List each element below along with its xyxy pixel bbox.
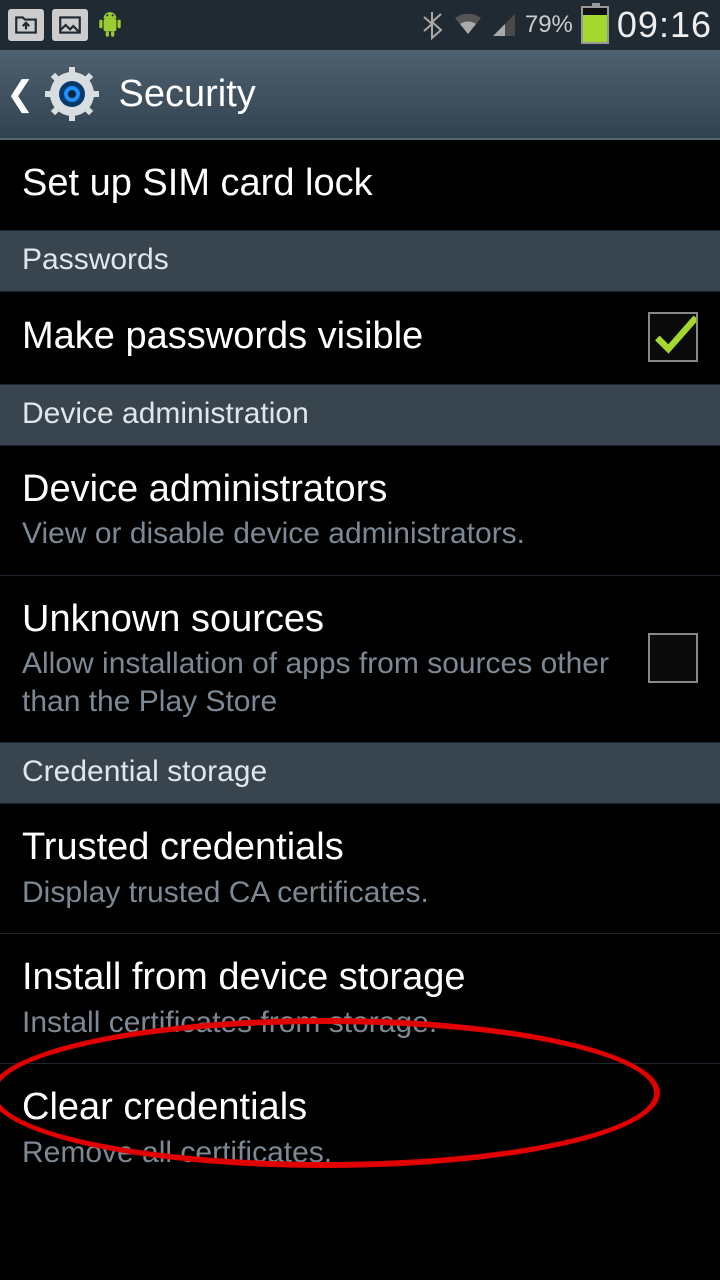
item-passwords-visible[interactable]: Make passwords visible [0,292,720,385]
item-subtitle: View or disable device administrators. [22,515,698,553]
item-subtitle: Display trusted CA certificates. [22,874,698,912]
settings-list: Set up SIM card lock Passwords Make pass… [0,140,720,1193]
item-install-from-storage[interactable]: Install from device storage Install cert… [0,934,720,1064]
section-passwords: Passwords [0,231,720,292]
item-subtitle: Install certificates from storage. [22,1004,698,1042]
item-title: Set up SIM card lock [22,160,698,208]
battery-percent: 79% [525,11,573,39]
item-device-administrators[interactable]: Device administrators View or disable de… [0,446,720,576]
item-clear-credentials[interactable]: Clear credentials Remove all certificate… [0,1064,720,1193]
item-title: Install from device storage [22,954,698,1002]
section-device-admin: Device administration [0,385,720,446]
item-unknown-sources[interactable]: Unknown sources Allow installation of ap… [0,576,720,744]
item-title: Device administrators [22,466,698,514]
checkbox-unknown-sources[interactable] [648,633,698,683]
bluetooth-icon [421,10,445,40]
item-trusted-credentials[interactable]: Trusted credentials Display trusted CA c… [0,804,720,934]
battery-icon [581,6,609,44]
android-icon [96,10,124,40]
item-sim-card-lock[interactable]: Set up SIM card lock [0,140,720,231]
checkbox-passwords-visible[interactable] [648,312,698,362]
item-subtitle: Allow installation of apps from sources … [22,645,628,720]
back-icon[interactable]: ❮ [6,74,35,114]
image-icon [52,9,88,41]
item-title: Trusted credentials [22,824,698,872]
item-title: Clear credentials [22,1084,698,1132]
sync-folder-icon [8,9,44,41]
wifi-icon [453,12,483,38]
section-credential-storage: Credential storage [0,743,720,804]
item-subtitle: Remove all certificates. [22,1134,698,1172]
clock: 09:16 [617,4,712,46]
item-title: Unknown sources [22,596,628,644]
status-bar: 79% 09:16 [0,0,720,50]
action-bar: ❮ Security [0,50,720,140]
settings-gear-icon[interactable] [45,67,99,121]
page-title: Security [119,73,256,116]
item-title: Make passwords visible [22,313,628,361]
signal-icon [491,12,517,38]
